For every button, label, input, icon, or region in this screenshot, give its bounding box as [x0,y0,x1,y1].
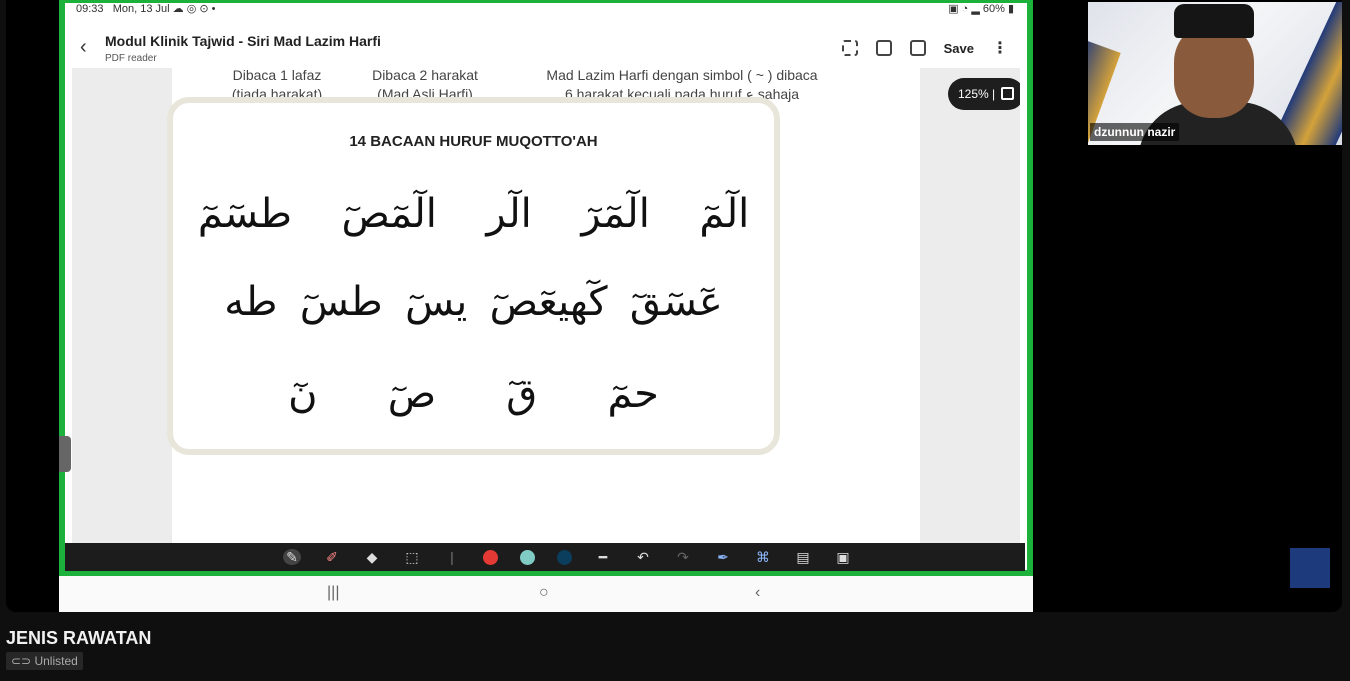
arabic-row-1: الٓمٓ الٓمٓرٓ الٓر الٓمٓصٓ طسٓمٓ [173,191,774,237]
fullscreen-icon[interactable] [841,40,858,56]
arabic-word: عٓسٓقٓ [629,279,723,325]
presenter-name: dzunnun nazir [1090,123,1180,141]
color-navy-swatch[interactable] [557,549,572,565]
color-red-swatch[interactable] [483,549,498,565]
ink-icon[interactable]: ⌘ [754,549,772,565]
marker-icon[interactable]: ✒ [714,549,732,565]
muqottoah-card: 14 BACAAN HURUF MUQOTTO'AH الٓمٓ الٓمٓرٓ… [167,97,780,455]
appbar-tools: Save ⋮ [841,38,1008,58]
divider: | [450,549,454,565]
highlighter-icon[interactable]: ✐ [323,549,341,565]
app-subtitle: PDF reader [105,53,157,64]
fit-page-icon[interactable] [1001,87,1014,100]
arabic-word: صٓ [387,371,437,417]
app-bar: ‹ Modul Klinik Tajwid - Siri Mad Lazim H… [72,24,1020,68]
back-icon[interactable]: ‹ [755,584,760,602]
channel-watermark-logo[interactable] [1290,548,1330,588]
home-icon[interactable]: ○ [539,584,549,602]
arabic-row-2: عٓسٓقٓ كٓهيعٓصٓ يسٓ طسٓ طه [173,279,774,325]
more-options-icon[interactable]: ⋮ [992,38,1008,58]
edge-panel-handle[interactable] [59,436,71,472]
arabic-word: الٓر [486,191,532,237]
arabic-word: كٓهيعٓصٓ [489,279,608,325]
save-button[interactable]: Save [944,41,974,56]
arabic-word: نٓ [288,371,318,417]
arabic-word: الٓمٓرٓ [581,191,650,237]
color-teal-swatch[interactable] [520,549,535,565]
document-title: Modul Klinik Tajwid - Siri Mad Lazim Har… [105,33,381,49]
redo-icon[interactable]: ↷ [674,549,692,565]
presenter-webcam: dzunnun nazir [1088,2,1342,145]
android-nav-bar: ||| ○ ‹ [59,576,1033,612]
recents-icon[interactable]: ||| [327,584,339,602]
eraser-icon[interactable]: ◆ [363,549,381,565]
arabic-word: الٓمٓ [699,191,750,237]
pen-icon[interactable]: ✎ [283,549,301,565]
undo-icon[interactable]: ↶ [634,549,652,565]
arabic-word: الٓمٓصٓ [341,191,437,237]
visibility-badge: ⊂⊃ Unlisted [6,652,83,670]
card-title: 14 BACAAN HURUF MUQOTTO'AH [349,133,598,150]
arabic-word: حمٓ [607,371,659,417]
link-icon: ⊂⊃ [11,654,35,668]
text-box-icon[interactable]: ▤ [794,549,812,565]
arabic-word: يسٓ [405,279,468,325]
presenter-cap [1174,4,1254,38]
arabic-word: طسٓ [299,279,383,325]
status-date: Mon, 13 Jul [112,3,170,15]
insert-image-icon[interactable]: ▣ [834,549,852,565]
split-view-icon[interactable] [875,40,892,56]
stroke-width-icon[interactable]: ━ [594,549,612,565]
edit-doc-icon[interactable] [909,40,926,56]
lasso-select-icon[interactable]: ⬚ [403,549,421,565]
video-title: JENIS RAWATAN [6,628,152,648]
battery-level: 60% [982,3,1005,15]
back-arrow-icon[interactable]: ‹ [80,36,87,59]
annotation-toolbar: ✎ ✐ ◆ ⬚ | ━ ↶ ↷ ✒ ⌘ ▤ ▣ [65,543,1025,571]
arabic-word: طه [224,279,278,325]
zoom-indicator[interactable]: 125% | [948,78,1020,110]
arabic-word: طسٓمٓ [197,191,292,237]
status-bar: 09:33 Mon, 13 Jul ☁ ◎ ⊙ • ▣ ◔ ▂ 60% ▮ [76,3,1014,15]
status-time: 09:33 [76,3,104,15]
arabic-row-3: حمٓ قٓ صٓ نٓ [173,371,774,417]
arabic-word: قٓ [506,371,538,417]
